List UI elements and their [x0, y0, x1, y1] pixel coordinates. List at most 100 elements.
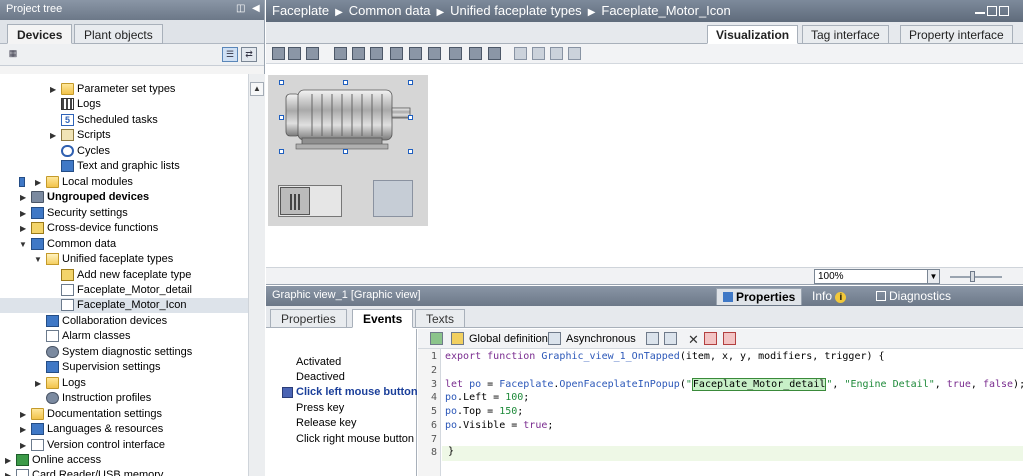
distribute-icon[interactable]	[449, 47, 462, 60]
switch-knob[interactable]	[280, 187, 310, 215]
minimize-icon[interactable]	[975, 11, 985, 14]
close-icon[interactable]	[999, 6, 1009, 16]
tab-property-interface[interactable]: Property interface	[900, 25, 1013, 44]
align-right-icon[interactable]	[370, 47, 383, 60]
script-editor[interactable]: 1 2 3 4 5 6 7 8 export function Graphic_…	[418, 349, 1023, 476]
same-height-icon[interactable]	[469, 47, 482, 60]
restore-icon[interactable]	[987, 6, 997, 16]
event-item[interactable]: Click right mouse button	[296, 432, 414, 446]
tree-item-ungrouped-devices[interactable]: ▶ Ungrouped devices	[0, 190, 248, 205]
collapse-icon[interactable]: ◀	[252, 3, 260, 14]
device-view-icon[interactable]: ▦	[5, 47, 21, 62]
expand-arrow-icon[interactable]: ▶	[20, 407, 28, 422]
tree-item-add-faceplate-type[interactable]: Add new faceplate type	[0, 268, 248, 283]
tree-item-instruction-profiles[interactable]: Instruction profiles	[0, 391, 248, 406]
resize-handle[interactable]	[343, 149, 348, 154]
tree-item-collaboration-devices[interactable]: Collaboration devices	[0, 314, 248, 329]
tree-scrollbar[interactable]: ▲	[248, 74, 265, 476]
expand-arrow-icon[interactable]: ▶	[50, 128, 58, 143]
tree-item-cross-device-functions[interactable]: ▶ Cross-device functions	[0, 221, 248, 236]
tree-item-supervision-settings[interactable]: Supervision settings	[0, 360, 248, 375]
tab-events[interactable]: Events	[352, 309, 414, 328]
global-definition-button[interactable]: Global definition	[469, 332, 548, 347]
resize-handle[interactable]	[408, 80, 413, 85]
breadcrumb-item[interactable]: Common data	[349, 3, 431, 18]
asynchronous-button[interactable]: Asynchronous	[566, 332, 636, 347]
bring-front-icon[interactable]	[514, 47, 527, 60]
asynchronous-icon[interactable]	[548, 332, 561, 345]
resize-handle[interactable]	[279, 149, 284, 154]
expand-arrow-icon[interactable]: ▶	[20, 438, 28, 453]
tab-tag-interface[interactable]: Tag interface	[802, 25, 889, 44]
backward-icon[interactable]	[568, 47, 581, 60]
expand-arrow-icon[interactable]: ▶	[35, 175, 43, 190]
zoom-input[interactable]: 100%	[814, 269, 928, 284]
tree-item-common-data[interactable]: ▼ Common data	[0, 237, 248, 252]
resize-handle[interactable]	[279, 80, 284, 85]
tab-visualization[interactable]: Visualization	[707, 25, 799, 44]
motor-icon[interactable]	[282, 88, 414, 150]
collapse-arrow-icon[interactable]: ▼	[19, 237, 27, 252]
event-item-active[interactable]: Click left mouse button	[296, 385, 418, 399]
align-top-icon[interactable]	[390, 47, 403, 60]
zoom-slider[interactable]	[950, 271, 1002, 282]
tab-properties[interactable]: Properties	[270, 309, 347, 328]
check-icon[interactable]	[430, 332, 443, 345]
convert-icon[interactable]	[704, 332, 717, 345]
align-middle-icon[interactable]	[409, 47, 422, 60]
breadcrumb-item[interactable]: Faceplate_Motor_Icon	[601, 3, 730, 18]
tree-item-documentation-settings[interactable]: ▶ Documentation settings	[0, 407, 248, 422]
flip-icon[interactable]	[306, 47, 319, 60]
tree-item-cycles[interactable]: Cycles	[0, 144, 248, 159]
event-item[interactable]: Deactived	[296, 370, 345, 384]
event-item[interactable]: Press key	[296, 401, 344, 415]
forward-icon[interactable]	[550, 47, 563, 60]
tab-plant-objects[interactable]: Plant objects	[74, 24, 163, 44]
chevron-down-icon[interactable]: ▼	[927, 269, 940, 284]
breadcrumb-item[interactable]: Faceplate	[272, 3, 329, 18]
expand-arrow-icon[interactable]: ▶	[50, 82, 58, 97]
tree-item-faceplate-motor-icon[interactable]: Faceplate_Motor_Icon	[0, 298, 248, 313]
align-left-icon[interactable]	[334, 47, 347, 60]
tree-item-alarm-classes[interactable]: Alarm classes	[0, 329, 248, 344]
overview-icon[interactable]: ☰	[222, 47, 238, 62]
square-shape[interactable]	[373, 180, 413, 217]
rotate-right-icon[interactable]	[288, 47, 301, 60]
tree-item-unified-faceplate-types[interactable]: ▼ Unified faceplate types	[0, 252, 248, 267]
tree-item-card-reader[interactable]: ▶ Card Reader/USB memory	[0, 468, 248, 476]
event-item[interactable]: Activated	[296, 355, 341, 369]
tree-item-scheduled-tasks[interactable]: 5 Scheduled tasks	[0, 113, 248, 128]
event-item[interactable]: Release key	[296, 416, 357, 430]
tab-texts[interactable]: Texts	[415, 309, 466, 328]
pin-icon[interactable]: ◫	[236, 3, 245, 14]
expand-arrow-icon[interactable]: ▶	[20, 206, 28, 221]
tree-item-logs[interactable]: Logs	[0, 97, 248, 112]
expand-arrow-icon[interactable]: ▶	[20, 190, 28, 205]
align-bottom-icon[interactable]	[428, 47, 441, 60]
scroll-up-icon[interactable]: ▲	[250, 82, 264, 96]
tab-info[interactable]: Info i	[806, 288, 852, 305]
expand-arrow-icon[interactable]: ▶	[20, 221, 28, 236]
tree-item-text-graphic-lists[interactable]: Text and graphic lists	[0, 159, 248, 174]
tree-item-languages-resources[interactable]: ▶ Languages & resources	[0, 422, 248, 437]
expand-arrow-icon[interactable]: ▶	[35, 376, 43, 391]
tree-item-system-diagnostic-settings[interactable]: System diagnostic settings	[0, 345, 248, 360]
collapse-arrow-icon[interactable]: ▼	[34, 252, 42, 267]
tree-item-faceplate-motor-detail[interactable]: Faceplate_Motor_detail	[0, 283, 248, 298]
rotate-left-icon[interactable]	[272, 47, 285, 60]
tree-item-security-settings[interactable]: ▶ Security settings	[0, 206, 248, 221]
resize-handle[interactable]	[408, 115, 413, 120]
expand-arrow-icon[interactable]: ▶	[5, 468, 13, 476]
resize-handle[interactable]	[408, 149, 413, 154]
global-definition-icon[interactable]	[451, 332, 464, 345]
remove-script-icon[interactable]	[723, 332, 736, 345]
tab-diagnostics[interactable]: Diagnostics	[870, 288, 957, 305]
tree-item-version-control-interface[interactable]: ▶ Version control interface	[0, 438, 248, 453]
zoom-slider-thumb[interactable]	[970, 271, 975, 282]
same-width-icon[interactable]	[488, 47, 501, 60]
resize-handle[interactable]	[279, 115, 284, 120]
expand-arrow-icon[interactable]: ▶	[5, 453, 13, 468]
faceplate-canvas[interactable]	[268, 75, 428, 226]
tree-item-online-access[interactable]: ▶ Online access	[0, 453, 248, 468]
tab-properties-main[interactable]: Properties	[716, 288, 803, 305]
